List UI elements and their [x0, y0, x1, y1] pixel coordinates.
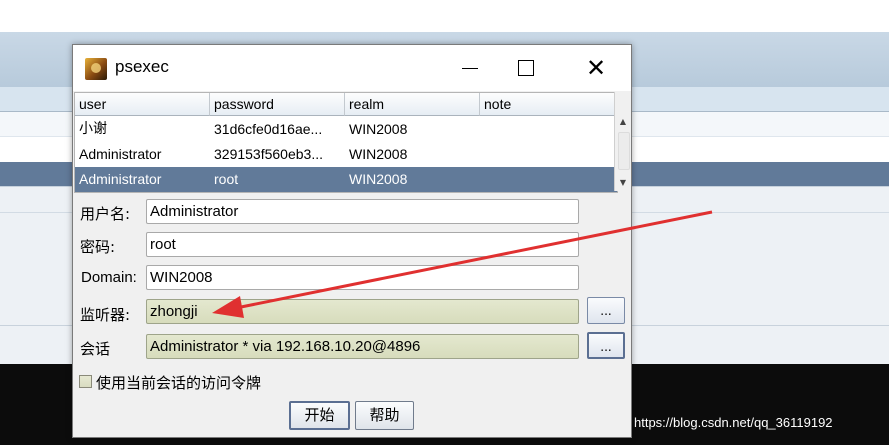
- minimize-icon: [462, 67, 478, 69]
- close-icon: ✕: [585, 54, 607, 82]
- psexec-dialog: psexec ✕ user password realm note 小谢 31d…: [72, 44, 632, 438]
- minimize-button[interactable]: [447, 45, 493, 91]
- cell-note: [480, 167, 617, 192]
- session-label: 会话: [80, 340, 111, 358]
- session-field: Administrator * via 192.168.10.20@4896: [146, 334, 579, 359]
- session-browse-button[interactable]: ...: [587, 332, 625, 359]
- maximize-icon: [518, 60, 534, 76]
- close-button[interactable]: ✕: [573, 45, 619, 91]
- dialog-title: psexec: [115, 57, 169, 76]
- cell-password: 329153f560eb3...: [214, 146, 323, 162]
- app-avatar-icon: [85, 58, 107, 80]
- cell-realm: WIN2008: [349, 121, 408, 137]
- username-label: 用户名:: [80, 205, 131, 223]
- scroll-up-arrow-icon[interactable]: ▲: [615, 115, 631, 129]
- cell-user: Administrator: [79, 146, 162, 162]
- column-header-note[interactable]: note: [480, 93, 617, 116]
- title-bar: psexec ✕: [73, 45, 631, 91]
- scroll-down-arrow-icon[interactable]: ▼: [615, 176, 631, 190]
- cell-note: [480, 117, 617, 142]
- cell-user: Administrator: [79, 171, 162, 187]
- column-header-password[interactable]: password: [210, 93, 345, 116]
- column-header-realm[interactable]: realm: [345, 93, 480, 116]
- listener-field: zhongji: [146, 299, 579, 324]
- domain-label: Domain:: [81, 269, 137, 286]
- credentials-table[interactable]: user password realm note 小谢 31d6cfe0d16a…: [74, 92, 618, 193]
- watermark-text: https://blog.csdn.net/qq_36119192: [634, 415, 833, 430]
- use-token-checkbox[interactable]: [79, 375, 92, 388]
- column-header-user[interactable]: user: [75, 93, 210, 116]
- cell-realm: WIN2008: [349, 171, 408, 187]
- cell-password: 31d6cfe0d16ae...: [214, 121, 323, 137]
- background-window-top: [0, 0, 889, 32]
- cell-password: root: [214, 171, 239, 187]
- password-input[interactable]: root: [146, 232, 579, 257]
- listener-browse-button[interactable]: ...: [587, 297, 625, 324]
- scroll-thumb[interactable]: [618, 132, 630, 170]
- help-button[interactable]: 帮助: [355, 401, 414, 430]
- listener-label: 监听器:: [80, 306, 131, 324]
- start-button[interactable]: 开始: [289, 401, 350, 430]
- use-token-label[interactable]: 使用当前会话的访问令牌: [96, 372, 261, 393]
- username-input[interactable]: Administrator: [146, 199, 579, 224]
- table-row-selected[interactable]: Administrator root WIN2008: [75, 167, 617, 192]
- cell-realm: WIN2008: [349, 146, 408, 162]
- password-label: 密码:: [80, 238, 116, 256]
- table-row[interactable]: Administrator 329153f560eb3... WIN2008: [75, 142, 617, 167]
- table-row[interactable]: 小谢 31d6cfe0d16ae... WIN2008: [75, 117, 617, 142]
- cell-note: [480, 142, 617, 167]
- cell-user: 小谢: [79, 121, 107, 137]
- domain-input[interactable]: WIN2008: [146, 265, 579, 290]
- maximize-button[interactable]: [503, 45, 549, 91]
- table-scrollbar[interactable]: ▲ ▼: [614, 92, 631, 191]
